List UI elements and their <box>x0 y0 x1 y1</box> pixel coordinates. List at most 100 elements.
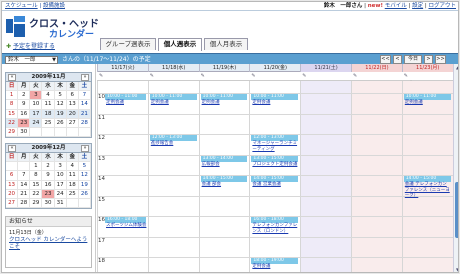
calendar-day[interactable]: 29 <box>6 127 19 138</box>
event-item[interactable]: 10:00 - 11:00 定例会議 <box>105 94 146 106</box>
calendar-day[interactable]: 24 <box>30 118 43 128</box>
calendar-day[interactable]: 14 <box>18 180 31 190</box>
calendar-day[interactable]: 29 <box>30 198 43 209</box>
event-item[interactable]: 13:00 - 15:00 プロジェクト定例会議 <box>251 155 299 168</box>
event-title[interactable]: 会議 部会 <box>201 182 248 188</box>
calendar-day[interactable]: 8 <box>30 171 43 181</box>
calendar-day[interactable]: 11 <box>42 100 55 110</box>
calendar-day[interactable]: 18 <box>42 109 55 119</box>
event-title[interactable]: 会議 営業会議 <box>251 182 298 188</box>
calendar-day[interactable]: 13 <box>6 180 19 190</box>
event-item[interactable]: 12:00 - 13:00 マネージャーランチミーティング <box>251 135 299 152</box>
add-event-pencil-icon[interactable]: ✎ <box>251 73 255 79</box>
event-title[interactable]: テレフォンカンファレンス（ロンドン） <box>251 223 298 234</box>
calendar-day[interactable]: 7 <box>18 171 31 181</box>
calendar-day[interactable]: 22 <box>30 189 43 199</box>
tab-personal-week[interactable]: 個人週表示 <box>158 38 202 51</box>
calendar-day[interactable]: 27 <box>6 198 19 209</box>
day-header[interactable]: 11/17(火) <box>97 64 148 72</box>
calendar-day[interactable]: 28 <box>18 198 31 209</box>
event-item[interactable]: 13:00 - 14:00 広報部会 <box>200 155 248 168</box>
day-header[interactable]: 11/21(土) <box>300 64 351 72</box>
event-title[interactable]: 会議 テレフォンカンファレンス（ニューヨーク） <box>404 182 451 199</box>
settings-link[interactable]: 設定 <box>412 3 423 9</box>
calendar-day[interactable]: 26 <box>78 189 91 199</box>
calendar-day[interactable]: 18 <box>66 180 79 190</box>
day-header[interactable]: 11/20(金) <box>249 64 300 72</box>
scrollbar-thumb[interactable] <box>455 182 458 238</box>
event-item[interactable]: 14:00 - 15:00 会議 営業会議 <box>251 176 299 188</box>
mobile-link[interactable]: モバイル <box>385 3 407 9</box>
prev-month-button[interactable]: « <box>8 145 16 152</box>
calendar-day[interactable]: 19 <box>78 180 91 190</box>
calendar-day[interactable]: 3 <box>30 91 43 101</box>
day-column[interactable] <box>147 81 199 272</box>
today-button[interactable]: 今日 <box>404 55 422 64</box>
calendar-day[interactable]: 6 <box>6 171 19 181</box>
tab-personal-month[interactable]: 個人月表示 <box>204 38 248 50</box>
calendar-day[interactable]: 30 <box>42 198 55 209</box>
calendar-day[interactable]: 25 <box>42 118 55 128</box>
calendar-day[interactable]: 17 <box>30 109 43 119</box>
event-title[interactable]: 定例会議 <box>251 264 298 270</box>
add-event-pencil-icon[interactable]: ✎ <box>404 73 408 79</box>
calendar-day[interactable]: 2 <box>18 91 31 101</box>
event-title[interactable]: 定例会議 <box>150 100 197 106</box>
calendar-day[interactable]: 15 <box>30 180 43 190</box>
calendar-day[interactable]: 20 <box>66 109 79 119</box>
calendar-day[interactable]: 21 <box>18 189 31 199</box>
event-title[interactable]: 定例会議 <box>105 100 146 106</box>
vertical-scrollbar[interactable]: ▲ ▼ <box>453 64 458 272</box>
calendar-day[interactable]: 15 <box>6 109 19 119</box>
add-event-pencil-icon[interactable]: ✎ <box>302 73 306 79</box>
logout-link[interactable]: ログアウト <box>428 3 456 9</box>
calendar-day[interactable]: 25 <box>66 189 79 199</box>
event-title[interactable]: マネージャーランチミーティング <box>251 141 298 152</box>
calendar-day[interactable]: 12 <box>54 100 67 110</box>
event-item[interactable]: 18:00 - 19:00 定例会議 <box>251 258 299 270</box>
day-column[interactable] <box>300 81 351 272</box>
calendar-day[interactable]: 23 <box>42 189 55 199</box>
day-column[interactable] <box>351 81 402 272</box>
calendar-day[interactable]: 21 <box>78 109 91 119</box>
calendar-day[interactable]: 8 <box>6 100 19 110</box>
calendar-day[interactable]: 9 <box>42 171 55 181</box>
event-title[interactable]: 広報部会 <box>201 162 248 168</box>
notice-link[interactable]: クロスヘッド カレンダーへようこそ <box>6 237 91 251</box>
event-item[interactable]: 14:00 - 15:00 会議 部会 <box>200 176 248 188</box>
calendar-day[interactable]: 28 <box>78 118 91 128</box>
calendar-day[interactable]: 16 <box>18 109 31 119</box>
calendar-day[interactable]: 5 <box>54 91 67 101</box>
calendar-day[interactable]: 24 <box>54 189 67 199</box>
calendar-day[interactable]: 5 <box>78 162 91 172</box>
calendar-day[interactable]: 30 <box>18 127 31 138</box>
calendar-day[interactable]: 6 <box>66 91 79 101</box>
event-item[interactable]: 16:00 - 18:00 スポーツジム体験会 <box>105 217 146 229</box>
calendar-day[interactable]: 10 <box>54 171 67 181</box>
calendar-day[interactable]: 26 <box>54 118 67 128</box>
event-title[interactable]: 定例会議 <box>404 100 451 106</box>
event-title[interactable]: プロジェクト定例会議 <box>251 162 298 168</box>
calendar-day[interactable]: 14 <box>78 100 91 110</box>
user-select[interactable]: 鈴木 一郎 ▼ <box>5 56 58 64</box>
calendar-day[interactable]: 1 <box>6 91 19 101</box>
prev-week-button[interactable]: << <box>380 55 391 64</box>
prev-day-button[interactable]: < <box>393 55 402 64</box>
event-title[interactable]: 定例会議 <box>201 100 248 106</box>
calendar-day[interactable]: 23 <box>18 118 31 128</box>
event-item[interactable]: 14:00 - 15:00 会議 テレフォンカンファレンス（ニューヨーク） <box>403 176 451 199</box>
calendar-day[interactable]: 19 <box>54 109 67 119</box>
calendar-day[interactable]: 22 <box>6 118 19 128</box>
event-item[interactable]: 10:00 - 11:00 定例会議 <box>149 94 197 106</box>
calendar-day[interactable]: 4 <box>42 91 55 101</box>
calendar-day[interactable]: 16 <box>42 180 55 190</box>
event-item[interactable]: 10:00 - 11:00 定例会議 <box>251 94 299 106</box>
next-month-button[interactable]: » <box>81 74 89 81</box>
calendar-day[interactable]: 11 <box>66 171 79 181</box>
next-month-button[interactable]: » <box>81 145 89 152</box>
day-header[interactable]: 11/23(月) <box>401 64 453 72</box>
schedule-link[interactable]: スケジュール <box>5 3 38 9</box>
event-title[interactable]: 定例会議 <box>251 100 298 106</box>
calendar-day[interactable]: 9 <box>18 100 31 110</box>
event-item[interactable]: 16:00 - 18:00 テレフォンカンファレンス（ロンドン） <box>251 217 299 234</box>
